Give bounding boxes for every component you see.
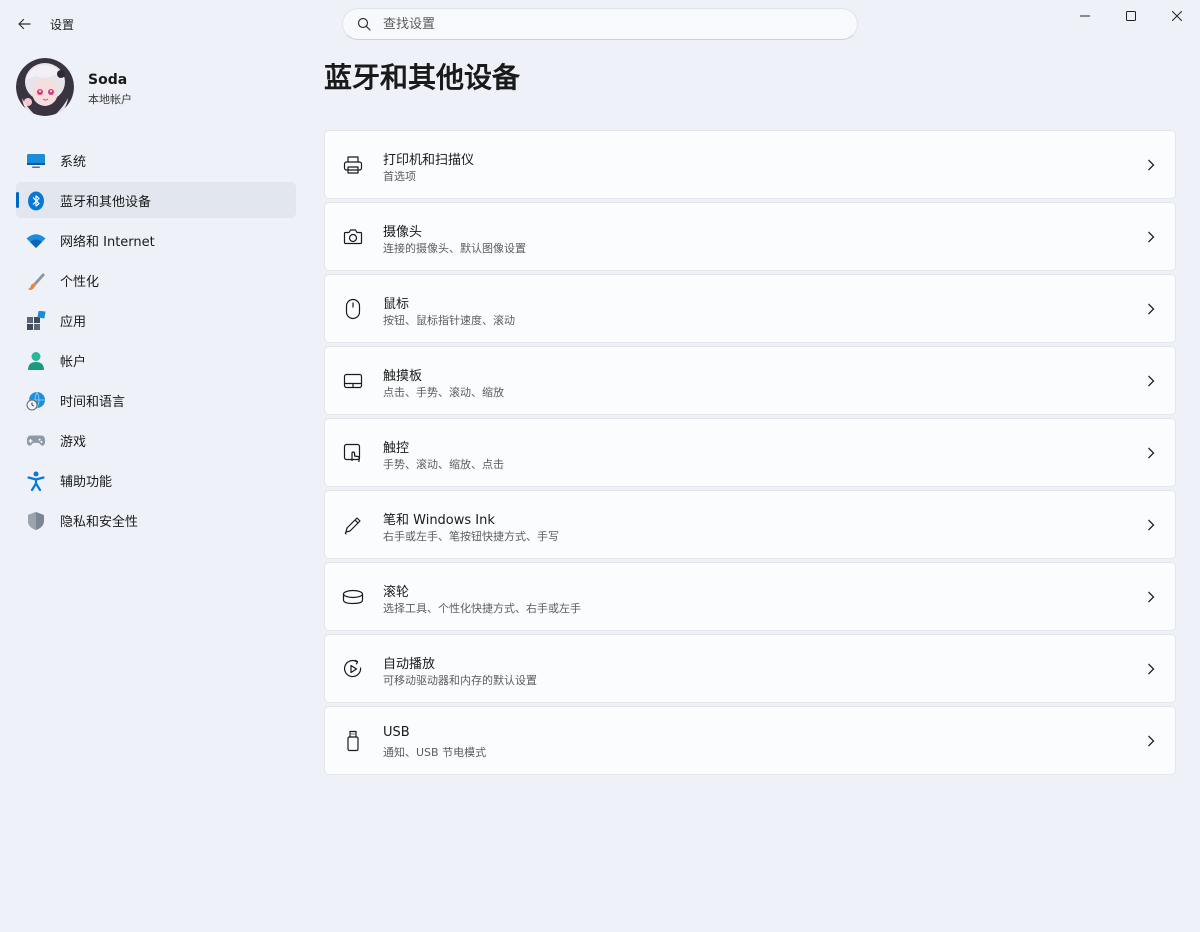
card-title: 打印机和扫描仪 [383,153,475,168]
card-title: 笔和 Windows Ink [383,513,495,528]
sidebar-item-label: 隐私和安全性 [60,514,139,530]
card-title: 自动播放 [383,657,436,672]
usb-card[interactable]: USB 通知、USB 节电模式 [324,706,1176,775]
chevron-right-icon [1145,518,1157,532]
autoplay-icon [342,658,364,680]
card-title: 触摸板 [383,369,423,384]
close-icon [1172,11,1182,21]
card-title: 触控 [383,441,410,456]
card-title: 摄像头 [383,225,423,240]
bluetooth-icon [26,191,46,211]
touchpad-card[interactable]: 触摸板 点击、手势、滚动、缩放 [324,346,1176,415]
card-subtitle: 按钮、鼠标指针速度、滚动 [383,314,515,327]
avatar [16,58,74,116]
chevron-right-icon [1145,734,1157,748]
chevron-right-icon [1145,158,1157,172]
chevron-right-icon [1145,230,1157,244]
system-monitor-icon [26,151,46,171]
device-settings-list: 打印机和扫描仪 首选项 摄像头 连接的摄像头、默认图像设置 鼠标 按钮、鼠标指针… [324,130,1176,778]
card-title: USB [383,725,410,740]
dial-icon [342,586,364,608]
sidebar-item-label: 个性化 [60,274,100,290]
sidebar-item-label: 网络和 Internet [60,234,155,250]
sidebar-item-bluetooth[interactable]: 蓝牙和其他设备 [16,182,296,218]
card-subtitle: 通知、USB 节电模式 [383,746,487,759]
chevron-right-icon [1145,662,1157,676]
mouse-card[interactable]: 鼠标 按钮、鼠标指针速度、滚动 [324,274,1176,343]
sidebar-nav: 系统 蓝牙和其他设备 网络和 Internet 个性化 应用 帐户 时间和语言 … [16,142,296,542]
search-icon [357,16,373,32]
sidebar-item-accounts[interactable]: 帐户 [16,342,296,378]
autoplay-card[interactable]: 自动播放 可移动驱动器和内存的默认设置 [324,634,1176,703]
page-title: 蓝牙和其他设备 [324,61,521,94]
app-title: 设置 [50,18,75,32]
card-subtitle: 连接的摄像头、默认图像设置 [383,242,526,255]
account-type: 本地帐户 [88,93,132,106]
sidebar-item-apps[interactable]: 应用 [16,302,296,338]
touch-icon [342,442,364,464]
globe-clock-icon [26,391,46,411]
back-button[interactable] [14,14,34,34]
sidebar-item-time-language[interactable]: 时间和语言 [16,382,296,418]
wheel-card[interactable]: 滚轮 选择工具、个性化快捷方式、右手或左手 [324,562,1176,631]
apps-icon [26,311,46,331]
user-profile[interactable]: Soda 本地帐户 [16,58,296,118]
card-subtitle: 点击、手势、滚动、缩放 [383,386,504,399]
wifi-icon [26,231,46,251]
chevron-right-icon [1145,446,1157,460]
sidebar-item-system[interactable]: 系统 [16,142,296,178]
sidebar-item-accessibility[interactable]: 辅助功能 [16,462,296,498]
touch-card[interactable]: 触控 手势、滚动、缩放、点击 [324,418,1176,487]
close-button[interactable] [1154,0,1200,32]
pen-icon [342,514,364,536]
search-box[interactable] [342,8,858,40]
card-subtitle: 手势、滚动、缩放、点击 [383,458,504,471]
usb-icon [342,730,364,752]
sidebar-item-personalization[interactable]: 个性化 [16,262,296,298]
sidebar-item-label: 帐户 [60,354,87,370]
card-subtitle: 右手或左手、笔按钮快捷方式、手写 [383,530,559,543]
sidebar-item-label: 蓝牙和其他设备 [60,194,152,210]
camera-card[interactable]: 摄像头 连接的摄像头、默认图像设置 [324,202,1176,271]
printers-scanners-card[interactable]: 打印机和扫描仪 首选项 [324,130,1176,199]
accessibility-icon [26,471,46,491]
sidebar-item-label: 游戏 [60,434,87,450]
user-name: Soda [88,72,128,88]
back-arrow-icon [18,18,31,30]
touchpad-icon [342,370,364,392]
maximize-icon [1126,11,1136,21]
person-icon [26,351,46,371]
shield-icon [26,511,46,531]
sidebar-item-label: 应用 [60,314,87,330]
chevron-right-icon [1145,590,1157,604]
card-title: 鼠标 [383,297,410,312]
pen-windows-ink-card[interactable]: 笔和 Windows Ink 右手或左手、笔按钮快捷方式、手写 [324,490,1176,559]
minimize-button[interactable] [1062,0,1108,32]
card-subtitle: 选择工具、个性化快捷方式、右手或左手 [383,602,581,615]
chevron-right-icon [1145,302,1157,316]
minimize-icon [1080,15,1090,17]
printer-icon [342,154,364,176]
sidebar-item-label: 系统 [60,154,87,170]
sidebar-item-label: 时间和语言 [60,394,126,410]
maximize-button[interactable] [1108,0,1154,32]
title-bar: 设置 [0,0,1200,48]
search-input[interactable] [383,16,823,32]
card-title: 滚轮 [383,585,410,600]
card-subtitle: 可移动驱动器和内存的默认设置 [383,674,537,687]
chevron-right-icon [1145,374,1157,388]
sidebar-item-gaming[interactable]: 游戏 [16,422,296,458]
sidebar-item-label: 辅助功能 [60,474,113,490]
brush-icon [26,271,46,291]
gamepad-icon [26,431,46,451]
sidebar-item-privacy-security[interactable]: 隐私和安全性 [16,502,296,538]
card-subtitle: 首选项 [383,170,416,183]
sidebar-item-network[interactable]: 网络和 Internet [16,222,296,258]
camera-icon [342,226,364,248]
mouse-icon [342,298,364,320]
